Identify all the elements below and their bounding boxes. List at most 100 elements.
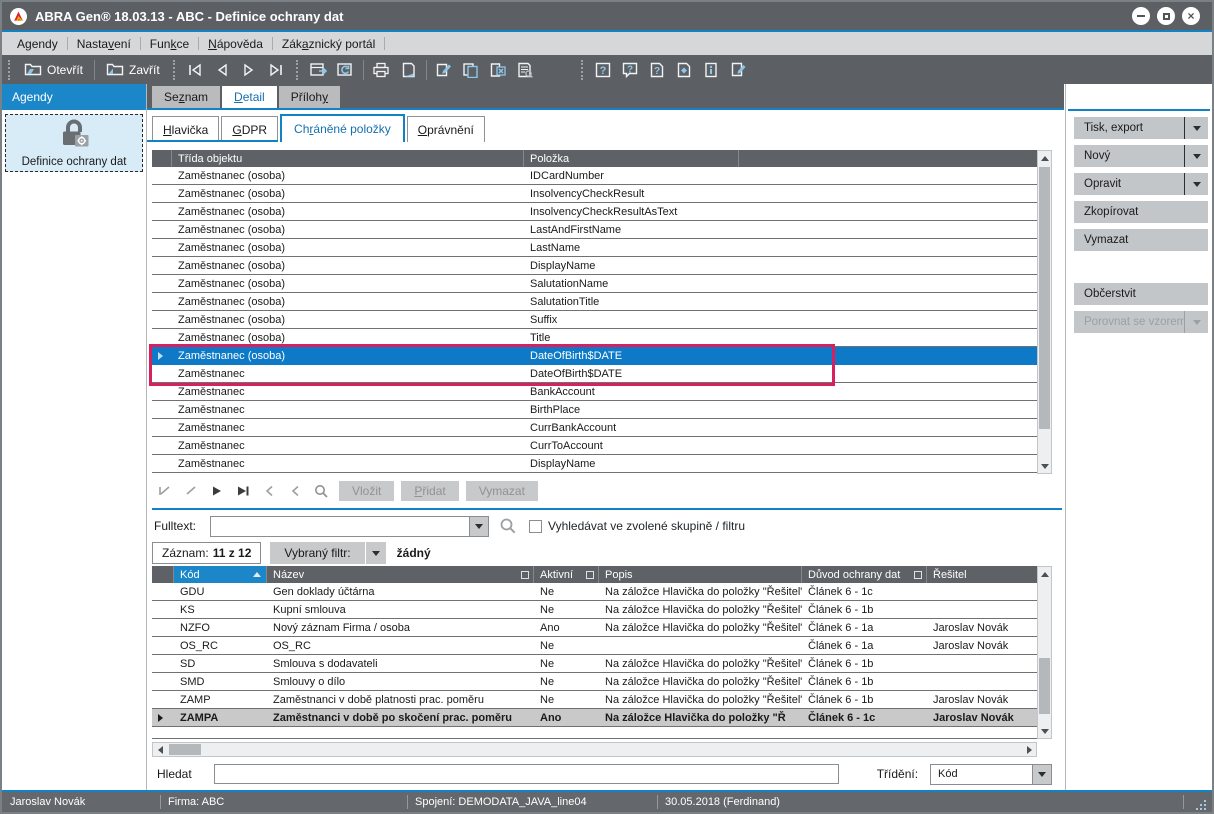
table-row-selected[interactable]: Zaměstnanec (osoba)DateOfBirth$DATE	[152, 347, 1037, 365]
column-filter-icon[interactable]	[586, 571, 594, 579]
table-row[interactable]: SDSmlouva s dodavateliNeNa záložce Hlavi…	[152, 655, 1037, 673]
edit-button[interactable]: Opravit	[1074, 173, 1208, 195]
minimize-button[interactable]	[1132, 7, 1150, 25]
tab-detail[interactable]: Detail	[222, 86, 277, 108]
dropdown-arrow-icon[interactable]	[1184, 117, 1208, 139]
group-filter-checkbox[interactable]	[529, 520, 542, 533]
subtab-hlavicka[interactable]: Hlavička	[152, 116, 219, 142]
about-icon[interactable]	[698, 58, 725, 82]
table-row[interactable]: ZaměstnanecDateOfBirth$DATE	[152, 365, 1037, 383]
column-duvod-ochrany-dat[interactable]: Důvod ochrany dat	[802, 566, 927, 583]
refresh-agenda-icon[interactable]	[332, 58, 359, 82]
context-help-icon[interactable]: ?	[617, 58, 644, 82]
column-resitel[interactable]: Řešitel	[927, 566, 1037, 583]
table-row[interactable]: NZFONový záznam Firma / osobaAnoNa zálož…	[152, 619, 1037, 637]
tab-seznam[interactable]: Seznam	[152, 86, 220, 108]
menu-agendy[interactable]: Agendy	[8, 34, 67, 54]
maximize-button[interactable]	[1157, 7, 1175, 25]
nav-last-icon[interactable]	[232, 482, 254, 500]
delete-record-icon[interactable]	[485, 58, 512, 82]
menu-napoveda[interactable]: Nápověda	[199, 34, 272, 54]
subtab-opravneni[interactable]: Oprávnění	[407, 116, 485, 142]
menu-funkce[interactable]: Funkce	[141, 34, 198, 54]
selected-filter-button[interactable]: Vybraný filtr:	[270, 542, 364, 564]
subtab-gdpr[interactable]: GDPR	[221, 116, 278, 142]
column-filter-icon[interactable]	[521, 571, 529, 579]
scroll-up-icon[interactable]	[1038, 567, 1051, 581]
table-row[interactable]: Zaměstnanec (osoba)SalutationName	[152, 275, 1037, 293]
table-row[interactable]: ZAMPZaměstnanci v době platnosti prac. p…	[152, 691, 1037, 709]
table-row[interactable]: Zaměstnanec (osoba)InsolvencyCheckResult…	[152, 203, 1037, 221]
nav-next-icon[interactable]	[206, 482, 228, 500]
scrollbar-thumb[interactable]	[1039, 658, 1050, 714]
audit-log-icon[interactable]	[512, 58, 539, 82]
table-row[interactable]: ZaměstnanecBankAccount	[152, 383, 1037, 401]
dropdown-arrow-icon[interactable]	[1184, 145, 1208, 167]
table-row[interactable]: OS_RCOS_RCNeČlánek 6 - 1aJaroslav Novák	[152, 637, 1037, 655]
next-record-icon[interactable]	[236, 58, 263, 82]
table-row[interactable]: GDUGen doklady účtárnaNeNa záložce Hlavi…	[152, 583, 1037, 601]
column-filter-icon[interactable]	[914, 571, 922, 579]
definitions-scrollbar[interactable]	[1037, 566, 1052, 739]
delete-item-button[interactable]: Vymazat	[466, 481, 538, 501]
scroll-right-icon[interactable]	[1024, 743, 1034, 756]
table-row[interactable]: Zaměstnanec (osoba)DisplayName	[152, 257, 1037, 275]
open-agenda-button[interactable]: Otevřít	[17, 58, 90, 82]
table-row[interactable]: ZaměstnanecBirthPlace	[152, 401, 1037, 419]
nav-group-prev-icon[interactable]	[284, 482, 306, 500]
scrollbar-thumb[interactable]	[169, 744, 201, 755]
help-topics-icon[interactable]: ?	[644, 58, 671, 82]
sidebar-item-definice-ochrany-dat[interactable]: Definice ochrany dat	[5, 114, 143, 172]
resize-grip[interactable]	[1194, 800, 1206, 810]
table-row[interactable]: SMDSmlouvy o díloNeNa záložce Hlavička d…	[152, 673, 1037, 691]
add-button[interactable]: Přidat	[401, 481, 458, 501]
delete-button[interactable]: Vymazat	[1074, 229, 1208, 251]
sort-dropdown-button[interactable]	[1032, 765, 1051, 784]
edit-record-icon[interactable]	[431, 58, 458, 82]
definitions-hscrollbar[interactable]	[152, 742, 1037, 757]
prior-record-icon[interactable]	[209, 58, 236, 82]
scroll-down-icon[interactable]	[1038, 459, 1051, 473]
whats-new-icon[interactable]	[671, 58, 698, 82]
copy-record-icon[interactable]	[458, 58, 485, 82]
tab-prilohy[interactable]: Přílohy	[279, 86, 340, 108]
table-row[interactable]: Zaměstnanec (osoba)LastAndFirstName	[152, 221, 1037, 239]
dropdown-arrow-icon[interactable]	[1184, 173, 1208, 195]
table-row[interactable]: KSKupní smlouvaNeNa záložce Hlavička do …	[152, 601, 1037, 619]
protected-items-scrollbar[interactable]	[1037, 150, 1052, 474]
menu-zakaznicky-portal[interactable]: Zákaznický portál	[273, 34, 384, 54]
scroll-down-icon[interactable]	[1038, 724, 1051, 738]
table-row[interactable]: ZaměstnanecCurrBankAccount	[152, 419, 1037, 437]
nav-page-prev-icon[interactable]	[258, 482, 280, 500]
scroll-left-icon[interactable]	[155, 743, 165, 756]
search-icon[interactable]	[499, 517, 517, 535]
nav-locate-icon[interactable]	[310, 482, 332, 500]
new-document-icon[interactable]	[395, 58, 422, 82]
fulltext-dropdown-button[interactable]	[469, 517, 488, 536]
column-polozka[interactable]: Položka	[524, 150, 739, 167]
scrollbar-thumb[interactable]	[1039, 167, 1050, 429]
column-trida-objektu[interactable]: Třída objektu	[172, 150, 524, 167]
table-row[interactable]: Zaměstnanec (osoba)LastName	[152, 239, 1037, 257]
fulltext-combobox[interactable]	[210, 516, 489, 537]
hledat-input[interactable]	[214, 764, 839, 784]
close-agenda-button[interactable]: Zavřít	[99, 58, 167, 82]
scroll-up-icon[interactable]	[1038, 151, 1051, 165]
table-row[interactable]: Zaměstnanec (osoba)IDCardNumber	[152, 167, 1037, 185]
new-button[interactable]: Nový	[1074, 145, 1208, 167]
menu-nastaveni[interactable]: Nastavení	[68, 34, 140, 54]
nav-first-icon[interactable]	[154, 482, 176, 500]
table-row[interactable]: Zaměstnanec (osoba)Suffix	[152, 311, 1037, 329]
print-export-button[interactable]: Tisk, export	[1074, 117, 1208, 139]
table-row-selected[interactable]: ZAMPAZaměstnanci v době po skočení prac.…	[152, 709, 1037, 727]
table-row[interactable]: Zaměstnanec (osoba)InsolvencyCheckResult	[152, 185, 1037, 203]
table-row[interactable]: Zaměstnanec (osoba)Title	[152, 329, 1037, 347]
notes-icon[interactable]	[725, 58, 752, 82]
open-in-new-window-icon[interactable]	[305, 58, 332, 82]
table-row[interactable]: ZaměstnanecDisplayName	[152, 455, 1037, 473]
column-nazev[interactable]: Název	[267, 566, 534, 583]
copy-button[interactable]: Zkopírovat	[1074, 201, 1208, 223]
table-row[interactable]: Zaměstnanec (osoba)SalutationTitle	[152, 293, 1037, 311]
refresh-button[interactable]: Občerstvit	[1074, 283, 1208, 305]
filter-dropdown-button[interactable]	[366, 542, 386, 564]
